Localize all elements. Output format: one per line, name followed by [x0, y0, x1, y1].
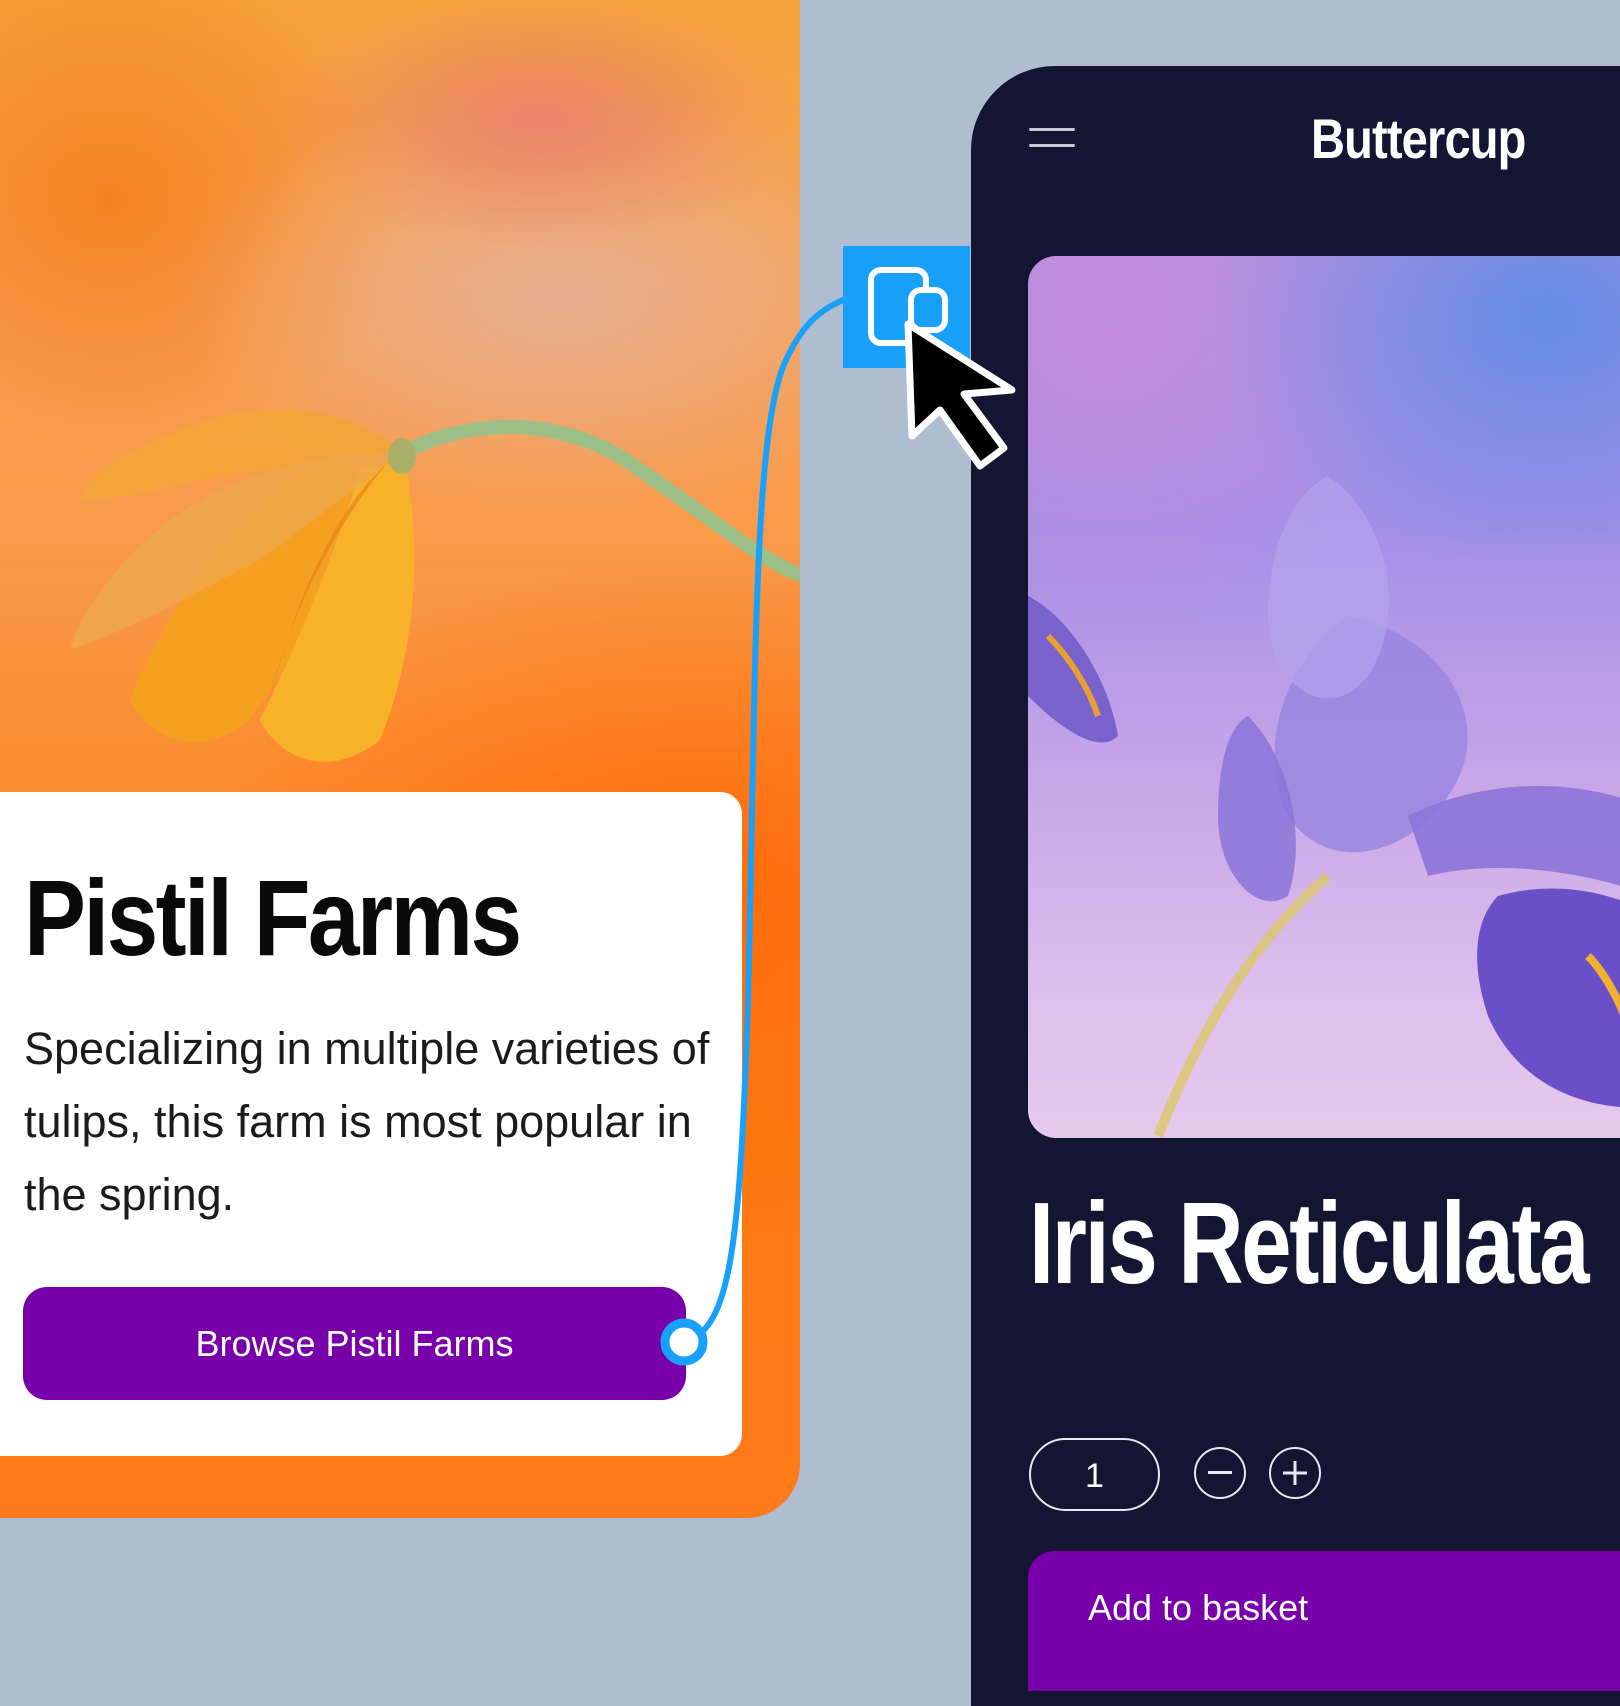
- component-instance-icon[interactable]: [843, 246, 970, 368]
- add-to-basket-button[interactable]: Add to basket: [1028, 1551, 1620, 1691]
- plus-icon[interactable]: [1269, 1447, 1321, 1499]
- product-title: Iris Reticulata: [1029, 1178, 1590, 1308]
- browse-farm-button[interactable]: Browse Pistil Farms: [23, 1287, 686, 1400]
- farm-description: Specializing in multiple varieties of tu…: [24, 1023, 710, 1220]
- phone-frame: Buttercup Iris Reticulata 1 Add to baske…: [971, 66, 1620, 1706]
- brand-logo: Buttercup: [1311, 107, 1526, 170]
- farm-title: Pistil Farms: [24, 857, 522, 978]
- minus-icon[interactable]: [1194, 1447, 1246, 1499]
- product-image: [1028, 256, 1620, 1138]
- tulip-image: [70, 409, 800, 762]
- quantity-input[interactable]: 1: [1029, 1438, 1160, 1511]
- hamburger-menu-icon[interactable]: [1029, 128, 1075, 158]
